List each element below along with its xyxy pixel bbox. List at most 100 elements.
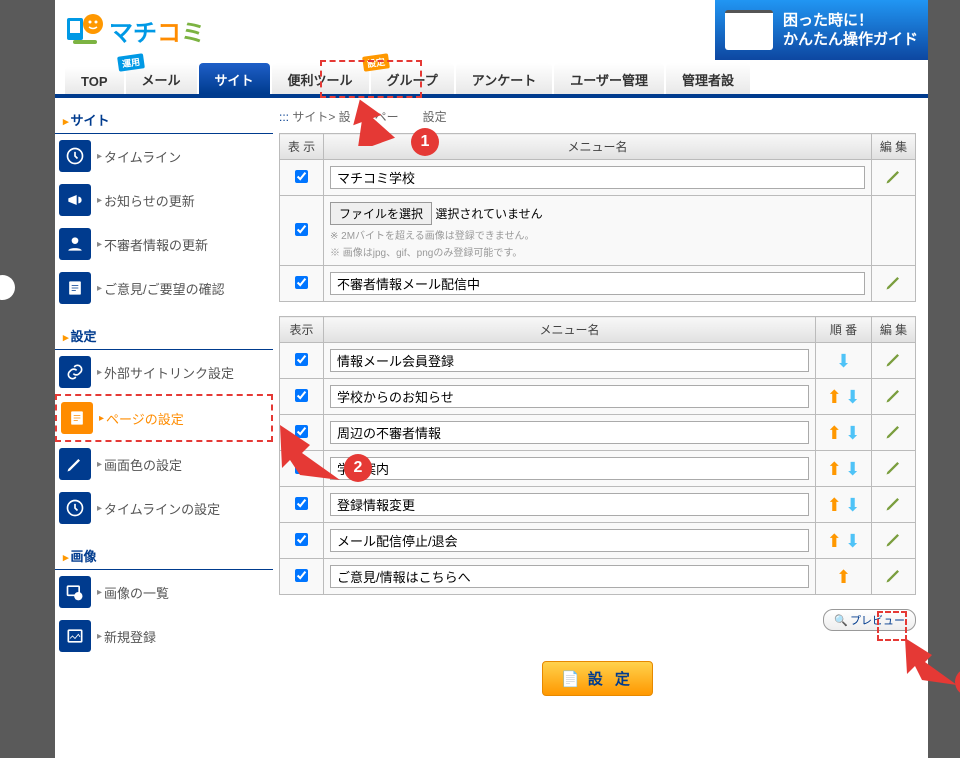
- move-up-button[interactable]: ⬆: [827, 496, 842, 514]
- show-checkbox[interactable]: [295, 533, 308, 546]
- apply-settings-button[interactable]: 設 定: [542, 661, 653, 696]
- menu-name-input[interactable]: [330, 272, 865, 295]
- person-alert-icon: [59, 228, 91, 260]
- menu-name-input[interactable]: [330, 457, 809, 480]
- show-checkbox[interactable]: [295, 497, 308, 510]
- move-down-button[interactable]: ⬇: [845, 532, 860, 550]
- menu-name-input[interactable]: [330, 385, 809, 408]
- edit-button[interactable]: [884, 421, 904, 441]
- preview-button[interactable]: プレビュー: [823, 609, 916, 631]
- badge-settei: 設定: [362, 53, 390, 71]
- sidebar-item-timeline-settings[interactable]: ▸タイムラインの設定: [55, 486, 273, 530]
- sidebar-item-image-list[interactable]: ▸画像の一覧: [55, 570, 273, 614]
- show-checkbox[interactable]: [295, 223, 308, 236]
- move-down-button[interactable]: ⬇: [845, 460, 860, 478]
- th-name: メニュー名: [324, 317, 816, 343]
- help-line1: 困った時に！: [783, 11, 918, 31]
- th-show: 表示: [280, 317, 324, 343]
- move-down-button[interactable]: ⬇: [845, 496, 860, 514]
- nav-group[interactable]: 設定グループ: [371, 63, 454, 94]
- show-checkbox[interactable]: [295, 170, 308, 183]
- main-content: サイト> 設 ペー 設定 表 示メニュー名編 集 ファイルを選択 選択されていま…: [273, 98, 928, 726]
- nav-mail[interactable]: 運用メール: [126, 63, 197, 94]
- sidebar-item-color-settings[interactable]: ▸画面色の設定: [55, 442, 273, 486]
- move-up-button[interactable]: ⬆: [827, 532, 842, 550]
- th-order: 順 番: [816, 317, 872, 343]
- menu-name-input[interactable]: [330, 349, 809, 372]
- th-edit: 編 集: [872, 134, 916, 160]
- menu-table-1: 表 示メニュー名編 集 ファイルを選択 選択されていません ※ 2Mバイトを超える…: [279, 133, 916, 302]
- sidebar-section-settings: 設定: [55, 322, 273, 350]
- document-icon: [59, 272, 91, 304]
- help-line2: かんたん操作ガイド: [783, 30, 918, 50]
- callout-2: 2: [344, 454, 372, 482]
- file-select-button[interactable]: ファイルを選択: [330, 202, 432, 225]
- sidebar: サイト ▸タイムライン ▸お知らせの更新 ▸不審者情報の更新 ▸ご意見/ご要望の…: [55, 98, 273, 726]
- table-row: ファイルを選択 選択されていません ※ 2Mバイトを超える画像は登録できません。 ※…: [280, 196, 916, 266]
- th-name: メニュー名: [324, 134, 872, 160]
- move-down-button[interactable]: ⬇: [836, 352, 851, 370]
- clock-icon: [59, 492, 91, 524]
- annotation-arrow-2: [270, 420, 340, 485]
- move-up-button[interactable]: ⬆: [836, 568, 851, 586]
- sidebar-item-feedback[interactable]: ▸ご意見/ご要望の確認: [55, 266, 273, 310]
- edit-button[interactable]: [884, 457, 904, 477]
- sidebar-item-news-update[interactable]: ▸お知らせの更新: [55, 178, 273, 222]
- file-state: 選択されていません: [435, 207, 542, 221]
- menu-name-input[interactable]: [330, 166, 865, 189]
- annotation-arrow-1: [338, 98, 398, 151]
- nav-users[interactable]: ユーザー管理: [554, 63, 664, 94]
- edit-button[interactable]: [884, 493, 904, 513]
- show-checkbox[interactable]: [295, 389, 308, 402]
- table-row: [280, 160, 916, 196]
- table-row: ⬆ ⬇: [280, 415, 916, 451]
- annotation-arrow-3: [897, 630, 957, 690]
- edit-button[interactable]: [884, 385, 904, 405]
- th-show: 表 示: [280, 134, 324, 160]
- sidebar-item-external-links[interactable]: ▸外部サイトリンク設定: [55, 350, 273, 394]
- image-list-icon: [59, 576, 91, 608]
- table-row: ⬆ ⬇: [280, 451, 916, 487]
- nav-tools[interactable]: 便利ツール: [272, 63, 369, 94]
- edit-button[interactable]: [884, 349, 904, 369]
- sidebar-item-page-settings[interactable]: ▸ページの設定: [55, 394, 273, 442]
- white-dot: [0, 275, 15, 300]
- show-checkbox[interactable]: [295, 276, 308, 289]
- edit-button[interactable]: [884, 166, 904, 186]
- menu-name-input[interactable]: [330, 529, 809, 552]
- file-note-1: ※ 2Mバイトを超える画像は登録できません。: [330, 227, 865, 242]
- nav-admin[interactable]: 管理者設: [666, 63, 750, 94]
- sidebar-item-timeline[interactable]: ▸タイムライン: [55, 134, 273, 178]
- file-note-2: ※ 画像はjpg、gif、pngのみ登録可能です。: [330, 244, 865, 259]
- table-row: [280, 266, 916, 302]
- menu-name-input[interactable]: [330, 493, 809, 516]
- menu-name-input[interactable]: [330, 421, 809, 444]
- edit-button[interactable]: [884, 565, 904, 585]
- edit-button[interactable]: [884, 272, 904, 292]
- menu-name-input[interactable]: [330, 565, 809, 588]
- logo[interactable]: マチコミ: [65, 10, 205, 50]
- clock-icon: [59, 140, 91, 172]
- menu-table-2: 表示メニュー名順 番編 集 ⬇ ⬆ ⬇ ⬆ ⬇ ⬆ ⬇ ⬆ ⬇ ⬆ ⬇ ⬆: [279, 316, 916, 595]
- logo-text: マチコミ: [109, 13, 205, 48]
- table-row: ⬇: [280, 343, 916, 379]
- pencil-icon: [59, 448, 91, 480]
- sidebar-item-suspicious-update[interactable]: ▸不審者情報の更新: [55, 222, 273, 266]
- help-guide-banner[interactable]: 困った時に！かんたん操作ガイド: [715, 0, 928, 60]
- sidebar-item-image-new[interactable]: ▸新規登録: [55, 614, 273, 658]
- badge-unyo: 運用: [117, 53, 145, 71]
- show-checkbox[interactable]: [295, 353, 308, 366]
- move-down-button[interactable]: ⬇: [845, 388, 860, 406]
- main-nav: TOP 運用メール サイト 便利ツール 設定グループ アンケート ユーザー管理 …: [55, 60, 928, 98]
- show-checkbox[interactable]: [295, 569, 308, 582]
- page-icon: [61, 402, 93, 434]
- move-up-button[interactable]: ⬆: [827, 388, 842, 406]
- move-down-button[interactable]: ⬇: [845, 424, 860, 442]
- image-add-icon: [59, 620, 91, 652]
- nav-top[interactable]: TOP: [65, 67, 124, 94]
- nav-survey[interactable]: アンケート: [456, 63, 552, 94]
- edit-button[interactable]: [884, 529, 904, 549]
- move-up-button[interactable]: ⬆: [827, 460, 842, 478]
- move-up-button[interactable]: ⬆: [827, 424, 842, 442]
- nav-site[interactable]: サイト: [199, 63, 270, 94]
